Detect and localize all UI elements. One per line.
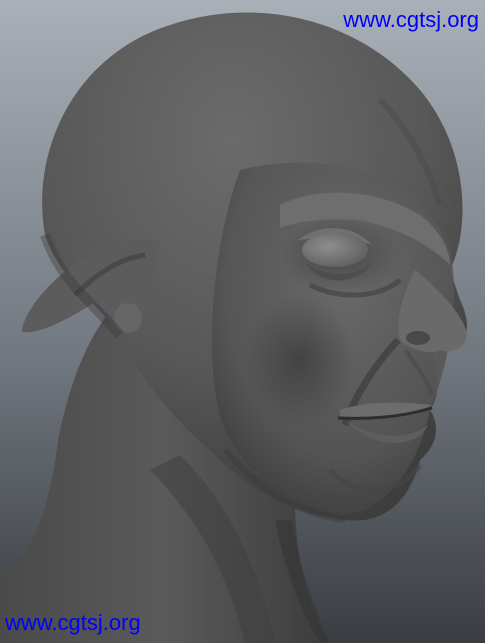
nostril — [406, 331, 430, 345]
viewport-render — [0, 0, 485, 643]
watermark-bottom: www.cgtsj.org — [5, 610, 141, 635]
eyeball — [302, 233, 368, 267]
cheek-hollow — [245, 295, 355, 425]
3d-viewport: www.cgtsj.org www.cgtsj.org — [0, 0, 485, 643]
watermark-top: www.cgtsj.org — [343, 7, 479, 32]
